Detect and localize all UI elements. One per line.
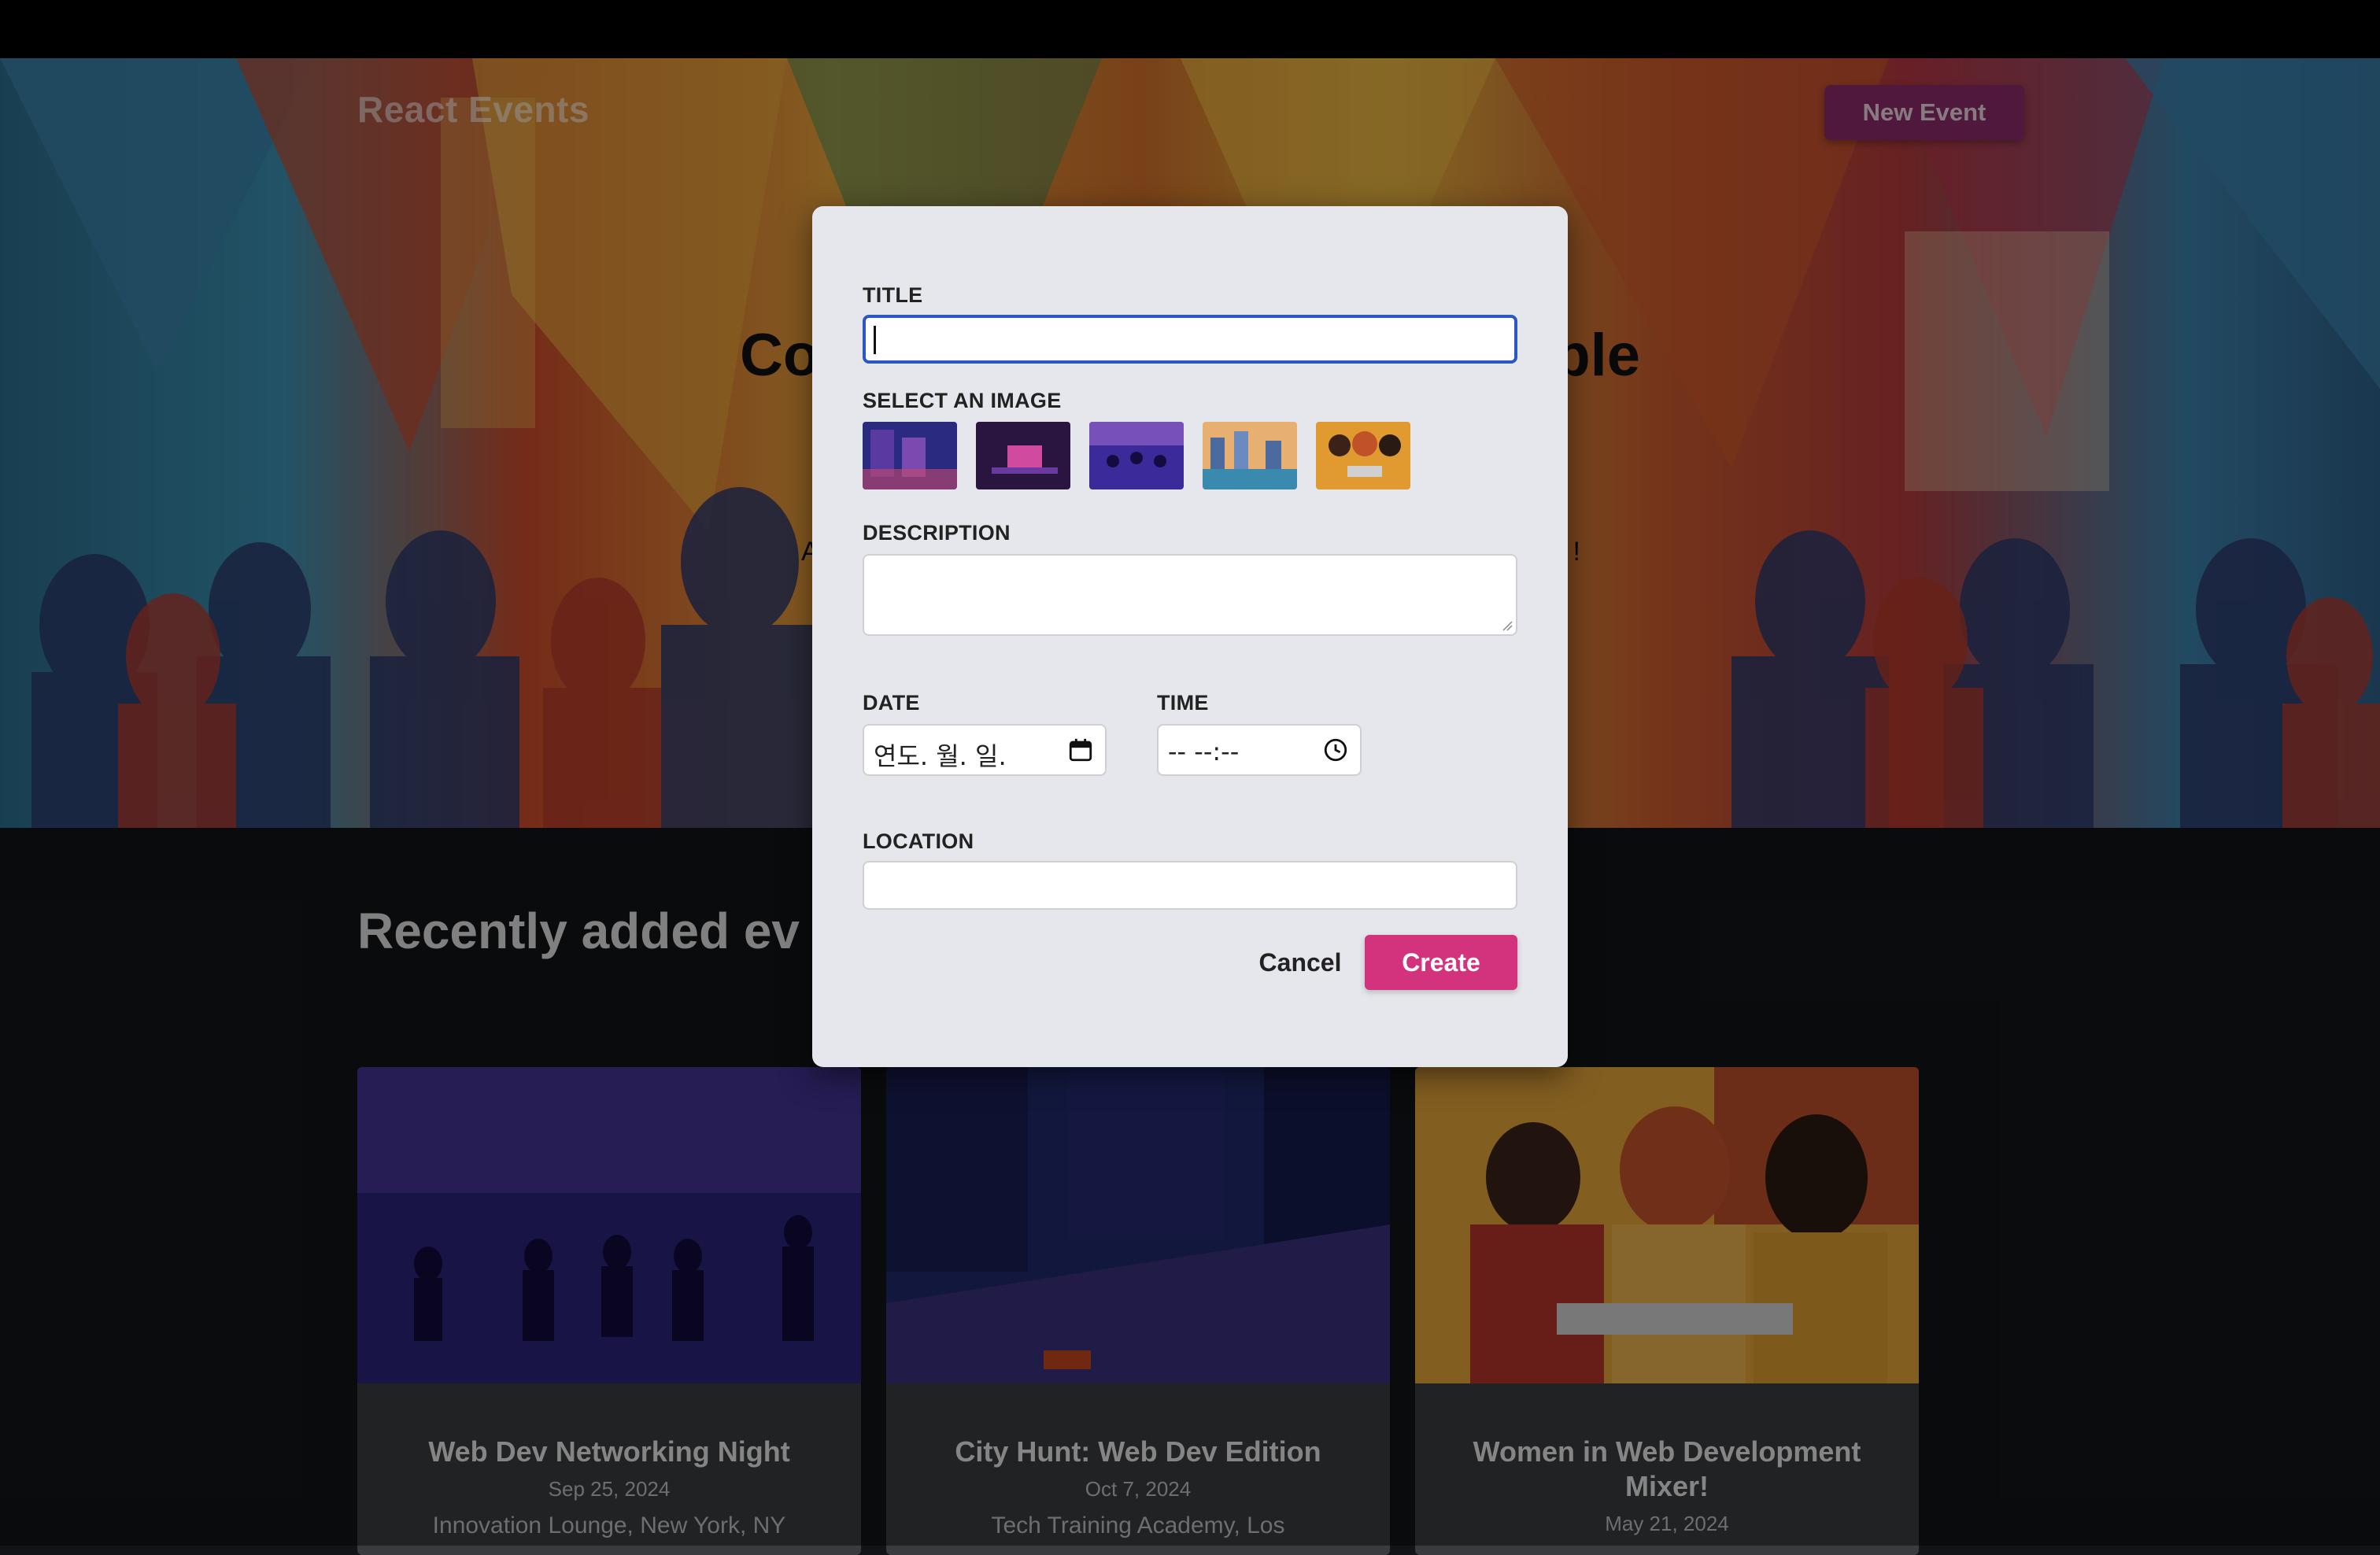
event-card[interactable]: Women in Web Development Mixer! May 21, … <box>1415 1067 1919 1555</box>
city-river-image[interactable] <box>1203 422 1297 489</box>
event-card[interactable]: City Hunt: Web Dev Edition Oct 7, 2024 T… <box>886 1067 1390 1555</box>
title-input[interactable] <box>863 315 1517 364</box>
location-label: LOCATION <box>863 829 974 853</box>
event-location: Innovation Lounge, New York, NY <box>432 1513 786 1538</box>
event-location: Tech Training Academy, Los <box>991 1513 1285 1538</box>
image-label: SELECT AN IMAGE <box>863 389 1062 412</box>
city-night-image[interactable] <box>863 422 957 489</box>
date-placeholder: 연도. 월. 일. <box>874 741 1007 771</box>
text-caret <box>874 326 876 354</box>
event-card[interactable]: Web Dev Networking Night Sep 25, 2024 In… <box>357 1067 861 1555</box>
description-textarea[interactable] <box>863 554 1517 636</box>
new-event-dialog: TITLE SELECT AN IMAGE DESCRIPTION DATE 연… <box>812 206 1568 1067</box>
clock-icon[interactable] <box>1322 737 1349 763</box>
event-date: Oct 7, 2024 <box>1085 1477 1192 1501</box>
women-laptop-image[interactable] <box>1316 422 1410 489</box>
title-label: TITLE <box>863 283 923 307</box>
description-label: DESCRIPTION <box>863 521 1011 545</box>
desk-setup-image[interactable] <box>976 422 1070 489</box>
time-label: TIME <box>1157 691 1209 715</box>
create-button[interactable]: Create <box>1365 935 1517 990</box>
event-title: Web Dev Networking Night <box>428 1435 790 1468</box>
event-date: May 21, 2024 <box>1605 1512 1729 1535</box>
date-input[interactable]: 연도. 월. 일. <box>863 724 1107 776</box>
image-picker <box>863 422 1410 489</box>
hero-title-left: Co <box>740 322 820 389</box>
new-event-button[interactable]: New Event <box>1824 85 2024 140</box>
event-title: City Hunt: Web Dev Edition <box>955 1435 1321 1468</box>
time-placeholder: -- --:-- <box>1168 737 1240 766</box>
location-input[interactable] <box>863 861 1517 910</box>
party-crowd-image[interactable] <box>1089 422 1184 489</box>
event-card-image <box>886 1067 1390 1383</box>
event-title: Women in Web Development Mixer! <box>1473 1435 1861 1502</box>
brand-logo-text[interactable]: React Events <box>357 88 589 131</box>
event-card-image <box>357 1067 861 1383</box>
browser-top-bar <box>0 0 2380 58</box>
hero-subtitle-right: ! <box>1572 537 1580 567</box>
cancel-button[interactable]: Cancel <box>1214 935 1387 990</box>
date-label: DATE <box>863 691 920 715</box>
resize-handle-icon[interactable] <box>1502 620 1513 631</box>
event-card-image <box>1415 1067 1919 1383</box>
calendar-icon[interactable] <box>1067 737 1094 763</box>
time-input[interactable]: -- --:-- <box>1157 724 1362 776</box>
event-date: Sep 25, 2024 <box>548 1477 671 1501</box>
section-title: Recently added ev <box>357 903 800 959</box>
